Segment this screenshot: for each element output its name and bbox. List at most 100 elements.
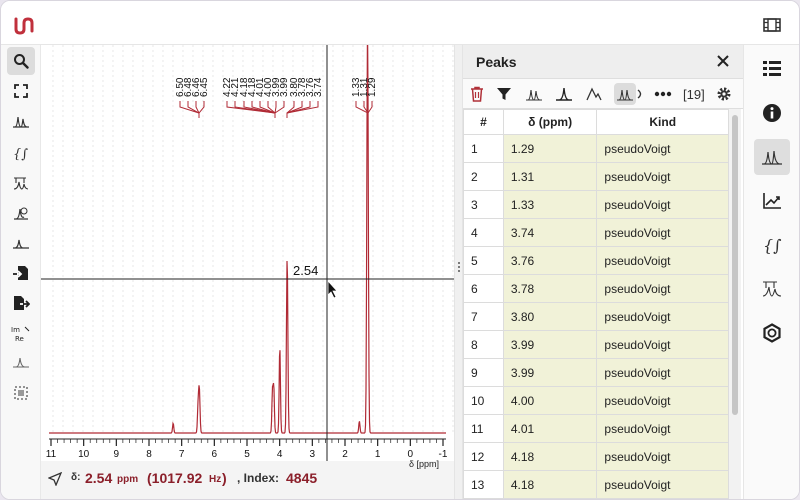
multiplet-icon: [762, 281, 782, 297]
spectra-list-button[interactable]: [754, 51, 790, 87]
peak-label: 6.45: [199, 77, 210, 97]
table-row[interactable]: 5 3.76 pseudoVoigt: [463, 246, 729, 275]
peaks-panel-button[interactable]: [754, 139, 790, 175]
panel-settings-button[interactable]: [713, 83, 735, 105]
peak-ppm-cell[interactable]: 4.00: [502, 386, 598, 415]
top-bar: [1, 1, 799, 45]
zoom-out-button[interactable]: [9, 79, 33, 103]
real-imaginary-button[interactable]: Im Re: [9, 321, 33, 345]
peak-ppm-cell[interactable]: 3.99: [502, 358, 598, 387]
spectrum-viewer[interactable]: 6.50 6.48 6.46 6.45 4.22 4.21 4.18 4.18 4.01 4.00…: [41, 21, 454, 461]
multiplets-panel-button[interactable]: [754, 271, 790, 307]
peak-shape-button[interactable]: [583, 83, 605, 105]
peak-ppm-cell[interactable]: 3.76: [502, 246, 598, 275]
more-options-button[interactable]: [652, 83, 674, 105]
status-bar: δ: 2.54 ppm (1017.92 Hz ) , Index: 4845 …: [41, 459, 454, 499]
peak-kind-cell[interactable]: pseudoVoigt: [596, 330, 729, 359]
single-peak-button[interactable]: [553, 83, 575, 105]
panel-splitter[interactable]: [454, 45, 463, 499]
zero-filling-button[interactable]: [9, 351, 33, 375]
multiplet-analysis-button[interactable]: [9, 171, 33, 195]
peak-ppm-cell[interactable]: 4.01: [502, 414, 598, 443]
peak-ppm-cell[interactable]: 3.80: [502, 302, 598, 331]
peak-kind-cell[interactable]: pseudoVoigt: [596, 162, 729, 191]
scrollbar-thumb[interactable]: [732, 115, 738, 415]
import-button[interactable]: [9, 261, 33, 285]
peak-kind-cell[interactable]: pseudoVoigt: [596, 414, 729, 443]
table-row[interactable]: 10 4.00 pseudoVoigt: [463, 386, 729, 415]
zoom-tool-button[interactable]: [7, 47, 35, 75]
svg-text:{∫: {∫: [13, 147, 28, 161]
table-scrollbar[interactable]: [729, 109, 741, 499]
table-row[interactable]: 1 1.29 pseudoVoigt: [463, 134, 729, 163]
peak-kind-cell[interactable]: pseudoVoigt: [596, 134, 729, 163]
peak-kind-cell[interactable]: pseudoVoigt: [596, 274, 729, 303]
partial-icon: [637, 89, 642, 99]
spectrum-plot[interactable]: 6.506.486.466.45 4.224.214.184.184.014.00…: [41, 21, 454, 461]
chart-export-button[interactable]: [754, 183, 790, 219]
peak-kind-cell[interactable]: pseudoVoigt: [596, 302, 729, 331]
peak-ppm-cell[interactable]: 3.99: [502, 330, 598, 359]
peak-ppm-cell[interactable]: 1.29: [502, 134, 598, 163]
x-axis-tick-label: 11: [46, 449, 57, 460]
peak-picking-button[interactable]: [9, 109, 33, 133]
integrals-panel-button[interactable]: {∫: [754, 227, 790, 263]
peaks-icon: [13, 116, 29, 128]
table-row[interactable]: 7 3.80 pseudoVoigt: [463, 302, 729, 331]
baseline-correction-button[interactable]: [9, 231, 33, 255]
column-header-index[interactable]: #: [463, 109, 504, 135]
app-window: {∫ Im Re 6.50 6.48 6.46 6.45 4.22 4.21 4…: [0, 0, 800, 500]
export-button[interactable]: [9, 291, 33, 315]
peak-index-cell: 13: [463, 470, 504, 499]
table-row[interactable]: 4 3.74 pseudoVoigt: [463, 218, 729, 247]
peak-ppm-cell[interactable]: 4.18: [502, 442, 598, 471]
svg-text:{∫: {∫: [763, 236, 782, 255]
peak-ppm-cell[interactable]: 1.31: [502, 162, 598, 191]
peak-ppm-cell[interactable]: 4.18: [502, 470, 598, 499]
peak-kind-cell[interactable]: pseudoVoigt: [596, 246, 729, 275]
table-row[interactable]: 3 1.33 pseudoVoigt: [463, 190, 729, 219]
right-sidebar: {∫: [743, 45, 799, 499]
frequency-value: (1017.92: [147, 470, 203, 486]
filter-button[interactable]: [493, 83, 515, 105]
x-axis-tick-label: 4: [277, 449, 283, 460]
table-row[interactable]: 8 3.99 pseudoVoigt: [463, 330, 729, 359]
peaks-view-button[interactable]: [523, 83, 545, 105]
peak-kind-cell[interactable]: pseudoVoigt: [596, 358, 729, 387]
table-row[interactable]: 2 1.31 pseudoVoigt: [463, 162, 729, 191]
peak-kind-cell[interactable]: pseudoVoigt: [596, 190, 729, 219]
column-header-kind[interactable]: Kind: [596, 109, 729, 135]
table-row[interactable]: 6 3.78 pseudoVoigt: [463, 274, 729, 303]
app-logo: [14, 17, 34, 35]
phase-correction-button[interactable]: [9, 201, 33, 225]
peak-ppm-cell[interactable]: 3.74: [502, 218, 598, 247]
peaks-table-container[interactable]: # δ (ppm) Kind 1 1.29 pseudoVoigt 2 1.31 pseu…: [463, 109, 729, 499]
peak-ppm-cell[interactable]: 1.33: [502, 190, 598, 219]
table-row[interactable]: 12 4.18 pseudoVoigt: [463, 442, 729, 471]
peak-kind-cell[interactable]: pseudoVoigt: [596, 386, 729, 415]
peak-kind-cell[interactable]: pseudoVoigt: [596, 218, 729, 247]
column-header-ppm[interactable]: δ (ppm): [502, 109, 598, 135]
film-icon[interactable]: [763, 18, 781, 32]
information-button[interactable]: [754, 95, 790, 131]
close-icon[interactable]: [715, 53, 731, 69]
peak-kind-cell[interactable]: pseudoVoigt: [596, 470, 729, 499]
table-row[interactable]: 9 3.99 pseudoVoigt: [463, 358, 729, 387]
peak-kind-cell[interactable]: pseudoVoigt: [596, 442, 729, 471]
range-select-button[interactable]: [9, 381, 33, 405]
peak-ppm-cell[interactable]: 3.78: [502, 274, 598, 303]
mouse-cursor-icon: [327, 279, 338, 299]
table-row[interactable]: 13 4.18 pseudoVoigt: [463, 470, 729, 499]
peak-index-cell: 7: [463, 302, 504, 331]
integration-button[interactable]: {∫: [9, 141, 33, 165]
more-horizontal-icon: [654, 91, 672, 97]
gear-icon: [717, 87, 731, 101]
structure-panel-button[interactable]: [754, 315, 790, 351]
peaks-panel-title: Peaks: [476, 54, 517, 70]
table-row[interactable]: 11 4.01 pseudoVoigt: [463, 414, 729, 443]
real-imaginary-icon: ImRe: [11, 326, 30, 342]
delete-peaks-button[interactable]: [466, 83, 488, 105]
peak-index-cell: 5: [463, 246, 504, 275]
show-peaks-button[interactable]: [614, 83, 636, 105]
index-value: 4845: [286, 470, 318, 486]
